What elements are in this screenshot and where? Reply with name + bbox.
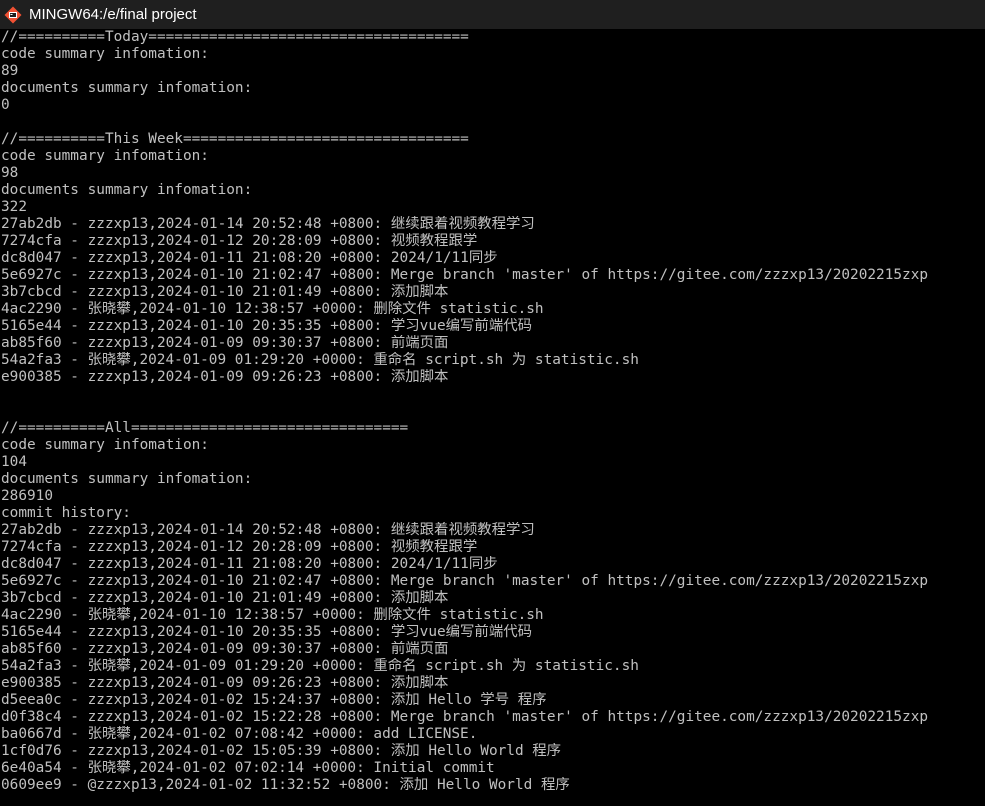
terminal-line: 5e6927c - zzzxp13,2024-01-10 21:02:47 +0… bbox=[1, 267, 929, 283]
terminal-line: documents summary infomation: bbox=[1, 182, 253, 198]
terminal-line: //==========Today=======================… bbox=[1, 29, 469, 45]
terminal-line: 89 bbox=[1, 63, 19, 79]
terminal-line: 7274cfa - zzzxp13,2024-01-12 20:28:09 +0… bbox=[1, 539, 478, 555]
terminal-line: //==========This Week===================… bbox=[1, 131, 469, 147]
terminal-line: 6e40a54 - 张晓攀,2024-01-02 07:02:14 +0000:… bbox=[1, 760, 495, 776]
terminal-line: 54a2fa3 - 张晓攀,2024-01-09 01:29:20 +0000:… bbox=[1, 352, 639, 368]
terminal-line: 5e6927c - zzzxp13,2024-01-10 21:02:47 +0… bbox=[1, 573, 929, 589]
git-bash-icon bbox=[3, 5, 23, 25]
terminal-line: e900385 - zzzxp13,2024-01-09 09:26:23 +0… bbox=[1, 675, 449, 691]
terminal-line: code summary infomation: bbox=[1, 437, 209, 453]
terminal-line: 4ac2290 - 张晓攀,2024-01-10 12:38:57 +0000:… bbox=[1, 301, 544, 317]
terminal-line: code summary infomation: bbox=[1, 148, 209, 164]
terminal-line: dc8d047 - zzzxp13,2024-01-11 21:08:20 +0… bbox=[1, 250, 498, 266]
terminal-window: MINGW64:/e/final project //==========Tod… bbox=[0, 0, 985, 806]
terminal-line: 7274cfa - zzzxp13,2024-01-12 20:28:09 +0… bbox=[1, 233, 478, 249]
terminal-line: 5165e44 - zzzxp13,2024-01-10 20:35:35 +0… bbox=[1, 318, 532, 334]
terminal-line: 98 bbox=[1, 165, 19, 181]
terminal-line: e900385 - zzzxp13,2024-01-09 09:26:23 +0… bbox=[1, 369, 449, 385]
terminal-line: documents summary infomation: bbox=[1, 471, 253, 487]
terminal-line: 1cf0d76 - zzzxp13,2024-01-02 15:05:39 +0… bbox=[1, 743, 562, 759]
terminal-line: 5165e44 - zzzxp13,2024-01-10 20:35:35 +0… bbox=[1, 624, 532, 640]
terminal-output[interactable]: //==========Today=======================… bbox=[1, 29, 985, 806]
terminal-line: 54a2fa3 - 张晓攀,2024-01-09 01:29:20 +0000:… bbox=[1, 658, 639, 674]
terminal-line: 3b7cbcd - zzzxp13,2024-01-10 21:01:49 +0… bbox=[1, 590, 449, 606]
terminal-line: 3b7cbcd - zzzxp13,2024-01-10 21:01:49 +0… bbox=[1, 284, 449, 300]
terminal-line: 0609ee9 - @zzzxp13,2024-01-02 11:32:52 +… bbox=[1, 777, 570, 793]
terminal-line: commit history: bbox=[1, 505, 131, 521]
terminal-line: documents summary infomation: bbox=[1, 80, 253, 96]
terminal-line: 27ab2db - zzzxp13,2024-01-14 20:52:48 +0… bbox=[1, 216, 535, 232]
terminal-line: 104 bbox=[1, 454, 27, 470]
title-bar[interactable]: MINGW64:/e/final project bbox=[0, 0, 985, 29]
terminal-line: dc8d047 - zzzxp13,2024-01-11 21:08:20 +0… bbox=[1, 556, 498, 572]
terminal-line: 322 bbox=[1, 199, 27, 215]
terminal-line: d0f38c4 - zzzxp13,2024-01-02 15:22:28 +0… bbox=[1, 709, 929, 725]
terminal-line: 4ac2290 - 张晓攀,2024-01-10 12:38:57 +0000:… bbox=[1, 607, 544, 623]
terminal-line: //==========All=========================… bbox=[1, 420, 409, 436]
terminal-line: d5eea0c - zzzxp13,2024-01-02 15:24:37 +0… bbox=[1, 692, 547, 708]
window-title: MINGW64:/e/final project bbox=[29, 6, 197, 23]
terminal-line: 0 bbox=[1, 97, 10, 113]
terminal-line: 27ab2db - zzzxp13,2024-01-14 20:52:48 +0… bbox=[1, 522, 535, 538]
terminal-line: code summary infomation: bbox=[1, 46, 209, 62]
terminal-line: ba0667d - 张晓攀,2024-01-02 07:08:42 +0000:… bbox=[1, 726, 478, 742]
terminal-line: ab85f60 - zzzxp13,2024-01-09 09:30:37 +0… bbox=[1, 335, 449, 351]
terminal-line: 286910 bbox=[1, 488, 53, 504]
terminal-line: ab85f60 - zzzxp13,2024-01-09 09:30:37 +0… bbox=[1, 641, 449, 657]
